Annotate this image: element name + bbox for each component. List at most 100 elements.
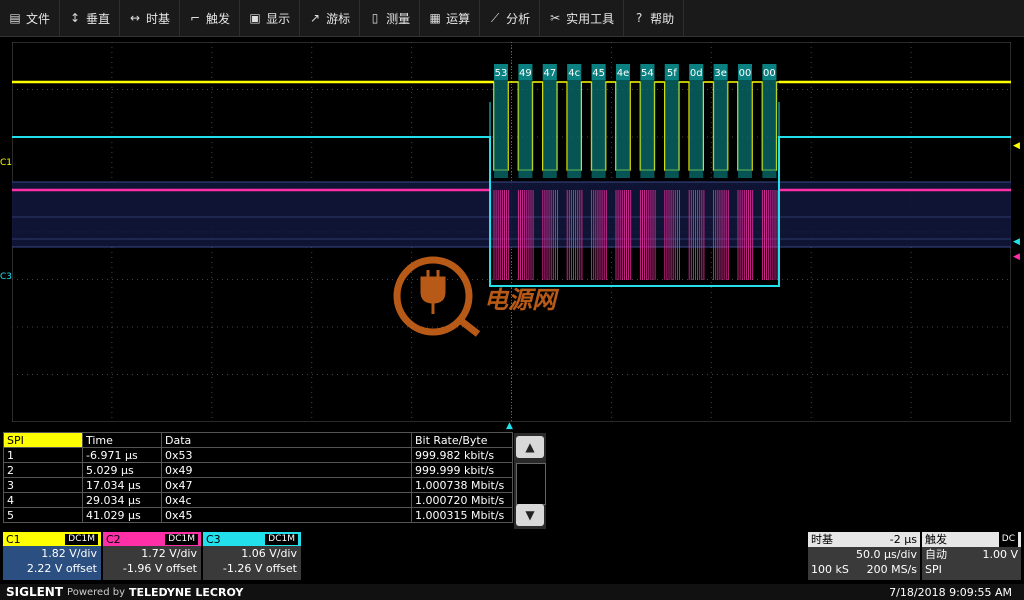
channel-coupling: DC1M	[65, 533, 98, 545]
decode-byte-label: 4e	[617, 68, 630, 79]
trigger-position-marker[interactable]: ▲	[506, 421, 513, 431]
date-time: 7/18/2018 9:09:55 AM	[889, 585, 1012, 599]
c3-ground-marker[interactable]: C3	[0, 272, 12, 282]
cell-time: -6.971 µs	[82, 447, 162, 463]
decode-byte-box	[713, 64, 728, 178]
decode-byte-box	[542, 64, 557, 178]
channel-name: C2	[106, 532, 121, 546]
table-scrollbar[interactable]: ▲ ▼	[514, 433, 546, 529]
menu-display[interactable]: ▣ 显示	[240, 0, 301, 36]
menu-cursor[interactable]: ↗ 游标	[300, 0, 361, 36]
display-icon: ▣	[249, 11, 261, 25]
scroll-thumb[interactable]	[516, 463, 546, 505]
decode-byte-box	[518, 64, 533, 178]
menu-label: 运算	[446, 11, 471, 26]
cell-time: 41.029 µs	[82, 507, 162, 523]
channel-offset: -1.26 V offset	[222, 562, 297, 575]
cell-data: 0x49	[161, 462, 412, 478]
menu-tools[interactable]: ✂ 实用工具	[540, 0, 625, 36]
decode-byte-box	[689, 64, 704, 178]
timebase-rate: 200 MS/s	[866, 563, 917, 576]
math-icon: ▦	[429, 11, 441, 25]
channel-panel-c2[interactable]: C2 DC1M 1.72 V/div -1.96 V offset	[103, 532, 201, 580]
cell-time: 5.029 µs	[82, 462, 162, 478]
channel-panel-c3[interactable]: C3 DC1M 1.06 V/div -1.26 V offset	[203, 532, 301, 580]
menu-analysis[interactable]: ⟋ 分析	[480, 0, 541, 36]
decode-byte-box	[640, 64, 655, 178]
cell-rate: 1.000720 Mbit/s	[411, 492, 513, 508]
menu-trigger[interactable]: ⌐ 触发	[180, 0, 241, 36]
timebase-points: 100 kS	[811, 563, 849, 576]
trigger-mode: 自动	[925, 548, 947, 561]
cell-time: 29.034 µs	[82, 492, 162, 508]
timebase-panel[interactable]: 时基 -2 µs 50.0 µs/div 100 kS 200 MS/s	[808, 532, 920, 580]
c1-ground-marker[interactable]: C1	[0, 158, 12, 168]
menu-help[interactable]: ? 帮助	[624, 0, 685, 36]
decode-byte-label: 53	[495, 68, 508, 79]
channel-name: C3	[206, 532, 221, 546]
trigger-icon: ⌐	[190, 11, 201, 25]
trigger-panel[interactable]: 触发 DC 自动 1.00 V SPI	[922, 532, 1021, 580]
decode-byte-label: 3e	[714, 68, 727, 79]
scroll-up-button[interactable]: ▲	[516, 436, 544, 458]
cell-data: 0x45	[161, 507, 412, 523]
channel-offset: -1.96 V offset	[122, 562, 197, 575]
trigger-type: SPI	[925, 563, 942, 576]
table-row[interactable]: 4 29.034 µs 0x4c 1.000720 Mbit/s	[3, 492, 513, 508]
timebase-scale: 50.0 µs/div	[856, 548, 917, 561]
c3-level-arrow[interactable]: ◀	[1013, 237, 1020, 247]
menu-label: 显示	[266, 11, 291, 26]
menu-label: 垂直	[86, 11, 111, 26]
decode-byte-box	[616, 64, 630, 178]
col-spi: SPI	[3, 432, 83, 448]
channel-vdiv: 1.72 V/div	[141, 547, 197, 560]
trigger-title: 触发	[925, 533, 947, 546]
table-row[interactable]: 2 5.029 µs 0x49 999.999 kbit/s	[3, 462, 513, 478]
cell-idx: 5	[3, 507, 83, 523]
decode-byte-label: 00	[739, 68, 752, 79]
channel-name: C1	[6, 532, 21, 546]
cell-data: 0x53	[161, 447, 412, 463]
measure-icon: ▯	[371, 11, 379, 25]
menu-vertical[interactable]: ↕ 垂直	[60, 0, 121, 36]
decode-byte-label: 00	[763, 68, 776, 79]
decode-byte-label: 45	[592, 68, 605, 79]
scroll-down-button[interactable]: ▼	[516, 504, 544, 526]
menu-measure[interactable]: ▯ 测量	[360, 0, 421, 36]
footer-bar: SIGLENT Powered by TELEDYNE LECROY 7/18/…	[0, 584, 1024, 600]
menu-horizontal[interactable]: ↔ 时基	[120, 0, 181, 36]
decode-byte-box	[591, 64, 606, 178]
table-row[interactable]: 1 -6.971 µs 0x53 999.982 kbit/s	[3, 447, 513, 463]
table-row[interactable]: 5 41.029 µs 0x45 1.000315 Mbit/s	[3, 507, 513, 523]
cell-data: 0x47	[161, 477, 412, 493]
menu-document[interactable]: ▤ 文件	[0, 0, 61, 36]
channel-vdiv: 1.06 V/div	[241, 547, 297, 560]
menu-label: 帮助	[650, 11, 675, 26]
menu-label: 测量	[386, 11, 411, 26]
decode-byte-label: 54	[641, 68, 654, 79]
menu-bar: ▤ 文件 ↕ 垂直 ↔ 时基 ⌐ 触发 ▣ 显示 ↗ 游标 ▯ 测量 ▦ 运算 ⟋ 分析 ✂ 实用工具? 帮助	[0, 0, 1024, 37]
logo-text: 电源网	[484, 286, 560, 314]
c2-level-arrow[interactable]: ◀	[1013, 252, 1020, 262]
channel-panel-c1[interactable]: C1 DC1M 1.82 V/div 2.22 V offset	[3, 532, 101, 580]
waveform-grid[interactable]: 53 49 47 4c 45 4e 54 5f 0d 3e 00 00 电源网	[12, 42, 1011, 422]
spi-decode-table: SPI Time Data Bit Rate/Byte 1 -6.971 µs 0x…	[3, 432, 513, 523]
menu-math[interactable]: ▦ 运算	[420, 0, 481, 36]
c1-trigger-level-arrow[interactable]: ◀	[1013, 141, 1020, 151]
menu-label: 游标	[326, 11, 351, 26]
decode-byte-label: 4c	[568, 68, 580, 79]
decode-byte-box	[738, 64, 752, 178]
timebase-delay: -2 µs	[889, 533, 917, 546]
menu-label: 实用工具	[566, 11, 615, 26]
decode-byte-box	[494, 64, 508, 178]
col-bitrate: Bit Rate/Byte	[411, 432, 513, 448]
horizontal-icon: ↔	[130, 11, 141, 25]
cursor-icon: ↗	[310, 11, 321, 25]
cell-time: 17.034 µs	[82, 477, 162, 493]
col-time: Time	[82, 432, 162, 448]
cell-data: 0x4c	[161, 492, 412, 508]
decode-byte-label: 47	[543, 68, 556, 79]
analysis-icon: ⟋	[490, 10, 500, 25]
cell-idx: 2	[3, 462, 83, 478]
table-row[interactable]: 3 17.034 µs 0x47 1.000738 Mbit/s	[3, 477, 513, 493]
